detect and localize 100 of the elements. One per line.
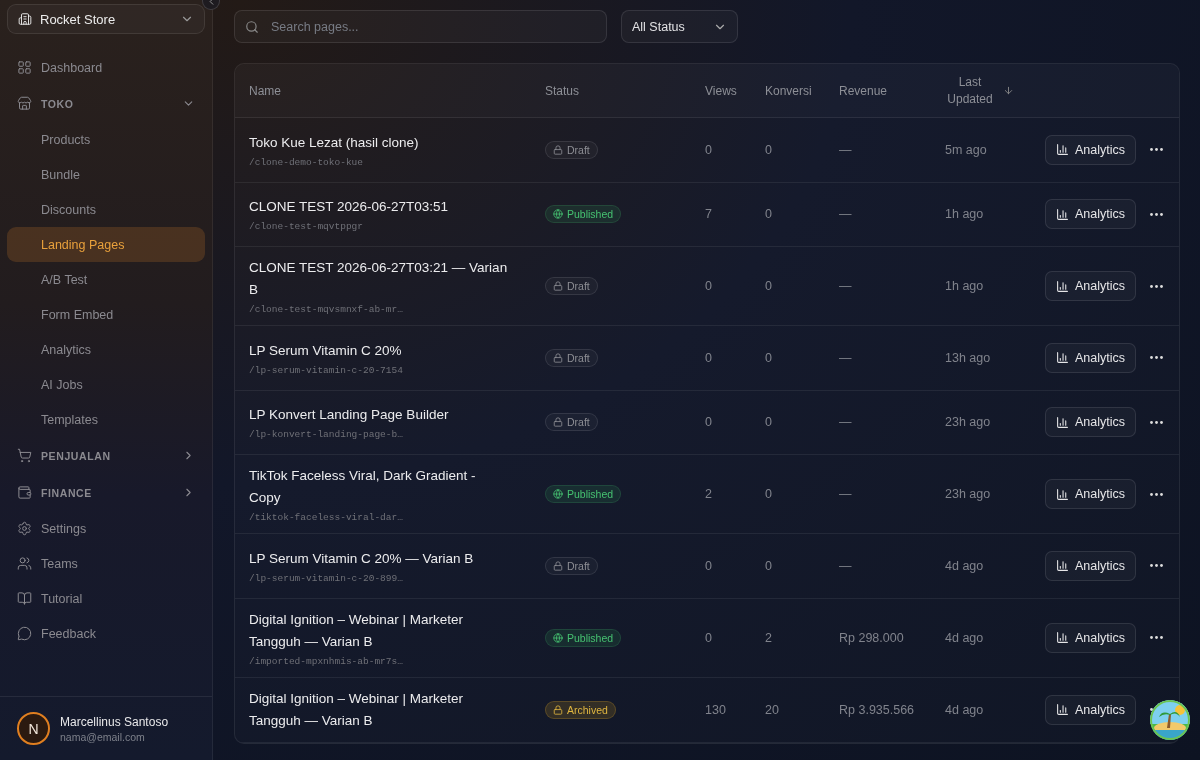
user-name: Marcellinus Santoso [60,714,169,729]
status-badge: Draft [545,348,598,367]
conversion-value: 0 [765,350,773,365]
more-icon [1150,564,1164,568]
analytics-button[interactable]: Analytics [1045,342,1137,373]
revenue-value: Rp 3.935.566 [839,702,916,717]
sidebar-item[interactable]: Teams [7,546,205,581]
lock-icon [553,560,563,571]
status-badge: Draft [545,140,598,159]
page-name: Digital Ignition – Webinar | Marketer Tangguh — Varian B [249,610,465,651]
updated-time: 4d ago [945,558,985,573]
conversion-value: 0 [765,415,773,430]
sidebar-item[interactable]: Settings [7,511,205,546]
sidebar-item[interactable]: A/B Test [7,262,205,297]
status-badge: Draft [545,413,598,432]
page-name: CLONE TEST 2026-06-27T03:51 [249,198,450,217]
bar-chart-icon [1056,351,1069,365]
more-icon [1150,420,1164,424]
more-icon [1150,356,1164,360]
updated-time: 23h ago [945,415,992,430]
building-icon [18,12,32,26]
sidebar-item[interactable]: Tutorial [7,581,205,616]
analytics-button[interactable]: Analytics [1045,407,1137,438]
lock-icon [553,417,563,428]
sidebar-item[interactable]: AI Jobs [7,367,205,402]
store-selector[interactable]: Rocket Store [7,4,205,34]
updated-time: 23h ago [945,487,992,501]
sidebar-item[interactable]: Dashboard [7,50,205,85]
more-icon [1150,492,1164,496]
settings-icon [17,521,32,536]
sidebar-item[interactable]: Products [7,122,205,157]
analytics-button[interactable]: Analytics [1045,271,1137,301]
views-value: 0 [705,279,713,293]
conversion-value: 0 [765,279,773,293]
analytics-button[interactable]: Analytics [1045,199,1137,230]
book-icon [17,591,32,606]
analytics-button[interactable]: Analytics [1045,622,1137,653]
search-field[interactable]: Search pages... [234,10,607,43]
views-value: 2 [705,487,713,501]
status-badge: Draft [545,556,598,575]
status-dropdown[interactable]: All Status [621,10,738,43]
updated-time: 1h ago [945,279,985,293]
status-badge: Published [545,628,622,647]
revenue-value: — [839,350,853,365]
column-header[interactable]: Last Updated [945,74,995,107]
updated-time: 4d ago [945,630,985,645]
revenue-value: — [839,142,853,157]
updated-time: 1h ago [945,207,985,222]
sidebar-item[interactable]: Discounts [7,192,205,227]
bar-chart-icon [1056,487,1069,501]
status-badge: Draft [545,277,598,295]
sidebar-item[interactable]: Templates [7,402,205,437]
page-name: LP Serum Vitamin C 20% — Varian B [249,549,475,568]
revenue-value: — [839,415,853,430]
bar-chart-icon [1056,703,1069,716]
widget-button[interactable] [1150,700,1190,740]
bar-chart-icon [1056,279,1069,293]
column-header: Views [705,83,738,98]
status-badge: Published [545,485,622,503]
views-value: 0 [705,558,713,573]
sidebar-item[interactable]: Landing Pages [7,227,205,262]
bar-chart-icon [1056,207,1069,221]
analytics-button[interactable]: Analytics [1045,134,1137,165]
page-slug: /lp-serum-vitamin-c-20-899… [249,572,404,584]
bar-chart-icon [1056,631,1069,644]
sidebar-section[interactable]: PENJUALAN [7,437,205,474]
revenue-value: — [839,558,853,573]
page-slug: /tiktok-faceless-viral-dar… [249,512,404,523]
globe-icon [553,209,563,220]
sidebar-section[interactable]: FINANCE [7,474,205,511]
page-name: Toko Kue Lezat (hasil clone) [249,133,420,152]
sidebar-item[interactable]: Feedback [7,616,205,651]
search-input[interactable]: Search pages... [269,18,596,35]
views-value: 0 [705,142,713,157]
updated-time: 4d ago [945,702,985,717]
analytics-button[interactable]: Analytics [1045,479,1137,509]
analytics-button[interactable]: Analytics [1045,550,1137,581]
sidebar-item[interactable]: Analytics [7,332,205,367]
sidebar-item[interactable]: Form Embed [7,297,205,332]
grid-icon [17,60,32,75]
revenue-value: Rp 298.000 [839,630,905,645]
sidebar-section[interactable]: TOKO [7,85,205,122]
status-badge: Archived [545,700,616,719]
cart-icon [17,448,32,463]
sidebar-item[interactable]: Bundle [7,157,205,192]
user-email: nama@email.com [60,730,146,743]
revenue-value: — [839,207,853,222]
bar-chart-icon [1056,559,1069,573]
more-icon [1150,212,1164,216]
updated-time: 5m ago [945,142,988,157]
page-slug: /lp-serum-vitamin-c-20-7154 [249,364,404,376]
search-icon [245,19,259,34]
updated-time: 13h ago [945,350,992,365]
conversion-value: 0 [765,487,773,501]
analytics-button[interactable]: Analytics [1045,694,1137,725]
page-name: TikTok Faceless Viral, Dark Gradient - Copy [249,467,477,507]
views-value: 0 [705,630,713,645]
views-value: 0 [705,415,713,430]
more-icon [1150,284,1164,288]
conversion-value: 0 [765,558,773,573]
